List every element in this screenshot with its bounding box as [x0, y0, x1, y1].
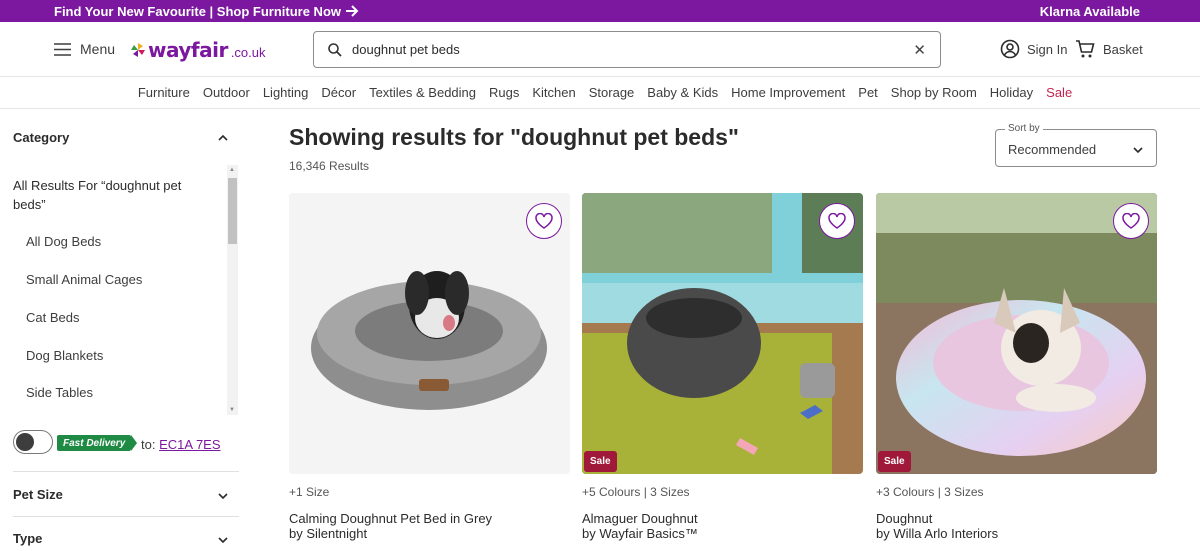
grey-doughnut-bed-image [289, 193, 570, 474]
nav-item[interactable]: Lighting [263, 85, 309, 100]
heart-icon [1122, 213, 1140, 229]
category-heading[interactable]: Category [13, 130, 69, 145]
product-title[interactable]: Calming Doughnut Pet Bed in Grey [289, 511, 570, 526]
wayfair-pinwheel-icon [131, 43, 145, 57]
promo-text[interactable]: Find Your New Favourite | Shop Furniture… [54, 4, 341, 19]
basket-icon [1076, 40, 1095, 58]
product-variants: +1 Size [289, 485, 330, 499]
fast-delivery-toggle[interactable] [13, 430, 53, 454]
promo-bar: Find Your New Favourite | Shop Furniture… [0, 0, 1200, 22]
product-brand[interactable]: by Willa Arlo Interiors [876, 526, 1157, 541]
product-variants: +3 Colours | 3 Sizes [876, 485, 984, 499]
category-item[interactable]: All Dog Beds [26, 234, 101, 249]
nav-item[interactable]: Furniture [138, 85, 190, 100]
pet-size-heading[interactable]: Pet Size [13, 487, 63, 502]
product-image[interactable] [289, 193, 570, 474]
divider [13, 516, 239, 517]
to-label: to: [141, 437, 156, 452]
basket-button[interactable]: Basket [1075, 39, 1143, 59]
arrow-right-icon [346, 5, 359, 17]
type-heading[interactable]: Type [13, 531, 42, 546]
menu-label: Menu [80, 41, 116, 57]
clear-search-icon[interactable]: ✕ [913, 41, 926, 59]
nav-item[interactable]: Baby & Kids [647, 85, 718, 100]
rainbow-doughnut-bed-image [876, 193, 1157, 474]
nav-item[interactable]: Outdoor [203, 85, 250, 100]
nav-item[interactable]: Home Improvement [731, 85, 845, 100]
product-title[interactable]: Almaguer Doughnut [582, 511, 863, 526]
sale-badge: Sale [584, 451, 617, 472]
product-name[interactable]: Doughnut by Willa Arlo Interiors [876, 511, 1157, 541]
nav-item[interactable]: Rugs [489, 85, 519, 100]
product-card[interactable]: Sale +3 Colours | 3 Sizes Doughnut by Wi… [876, 193, 1157, 541]
scroll-up-icon[interactable]: ▲ [229, 167, 235, 173]
logo-wordmark: wayfair [148, 38, 228, 62]
nav-item[interactable]: Textiles & Bedding [369, 85, 476, 100]
nav-item[interactable]: Storage [589, 85, 635, 100]
search-bar[interactable]: doughnut pet beds ✕ [313, 31, 941, 68]
category-item[interactable]: Cat Beds [26, 310, 79, 325]
product-variants: +5 Colours | 3 Sizes [582, 485, 690, 499]
delivery-location: to: EC1A 7ES [141, 437, 221, 452]
scrollbar-thumb[interactable] [228, 178, 237, 244]
chevron-up-icon[interactable] [217, 132, 229, 144]
nav-item[interactable]: Holiday [990, 85, 1033, 100]
sale-badge: Sale [878, 451, 911, 472]
product-title[interactable]: Doughnut [876, 511, 1157, 526]
product-name[interactable]: Almaguer Doughnut by Wayfair Basics™ [582, 511, 863, 541]
wayfair-logo[interactable]: wayfair .co.uk [130, 38, 266, 62]
logo-tld: .co.uk [230, 45, 266, 60]
product-image[interactable]: Sale [582, 193, 863, 474]
divider [13, 471, 239, 472]
nav-item[interactable]: Décor [321, 85, 356, 100]
dark-grey-doughnut-bed-image [582, 193, 863, 474]
menu-button[interactable]: Menu [54, 41, 115, 57]
nav-item-sale[interactable]: Sale [1046, 85, 1072, 100]
product-card[interactable]: Sale +5 Colours | 3 Sizes Almaguer Dough… [582, 193, 863, 541]
nav-item[interactable]: Kitchen [532, 85, 575, 100]
category-list: All Results For “doughnut pet beds” All … [0, 168, 238, 416]
chevron-down-icon[interactable] [217, 490, 229, 502]
filter-sidebar: Category All Results For “doughnut pet b… [0, 110, 240, 551]
product-name[interactable]: Calming Doughnut Pet Bed in Grey by Sile… [289, 511, 570, 541]
category-item[interactable]: Dog Blankets [26, 348, 103, 363]
hamburger-icon [54, 42, 71, 56]
product-card[interactable]: +1 Size Calming Doughnut Pet Bed in Grey… [289, 193, 570, 541]
product-brand[interactable]: by Wayfair Basics™ [582, 526, 863, 541]
heart-icon [535, 213, 553, 229]
site-header: Menu wayfair .co.uk doughnut pet beds ✕ … [0, 22, 1200, 77]
klarna-text[interactable]: Klarna Available [1040, 4, 1140, 19]
sort-label: Sort by [1005, 123, 1043, 134]
search-icon [328, 42, 342, 57]
postcode-link[interactable]: EC1A 7ES [159, 437, 220, 452]
favourite-button[interactable] [1113, 203, 1149, 239]
category-scrollbar[interactable]: ▲ ▼ [227, 165, 238, 415]
sort-dropdown[interactable]: Sort by Recommended [995, 123, 1157, 167]
scroll-down-icon[interactable]: ▼ [229, 407, 235, 413]
chevron-down-icon [1133, 147, 1143, 154]
heart-icon [828, 213, 846, 229]
sign-in-button[interactable]: Sign In [1000, 39, 1067, 59]
promo-link[interactable]: Find Your New Favourite | Shop Furniture… [54, 4, 359, 19]
results-count: 16,346 Results [289, 159, 370, 173]
category-all-results[interactable]: All Results For “doughnut pet beds” [13, 176, 203, 214]
results-title: Showing results for "doughnut pet beds" [289, 124, 739, 150]
search-input[interactable]: doughnut pet beds [352, 42, 913, 57]
category-nav: Furniture Outdoor Lighting Décor Textile… [0, 77, 1200, 109]
fast-delivery-badge: Fast Delivery [57, 435, 138, 451]
category-item[interactable]: Side Tables [26, 385, 93, 400]
product-image[interactable]: Sale [876, 193, 1157, 474]
sign-in-label: Sign In [1027, 41, 1068, 57]
basket-label: Basket [1103, 41, 1143, 57]
nav-item[interactable]: Shop by Room [891, 85, 977, 100]
category-item[interactable]: Small Animal Cages [26, 272, 142, 287]
account-icon [1000, 39, 1020, 59]
product-brand[interactable]: by Silentnight [289, 526, 570, 541]
sort-value: Recommended [1008, 142, 1097, 157]
nav-item[interactable]: Pet [858, 85, 878, 100]
favourite-button[interactable] [819, 203, 855, 239]
chevron-down-icon[interactable] [217, 534, 229, 546]
favourite-button[interactable] [526, 203, 562, 239]
toggle-knob [16, 433, 34, 451]
